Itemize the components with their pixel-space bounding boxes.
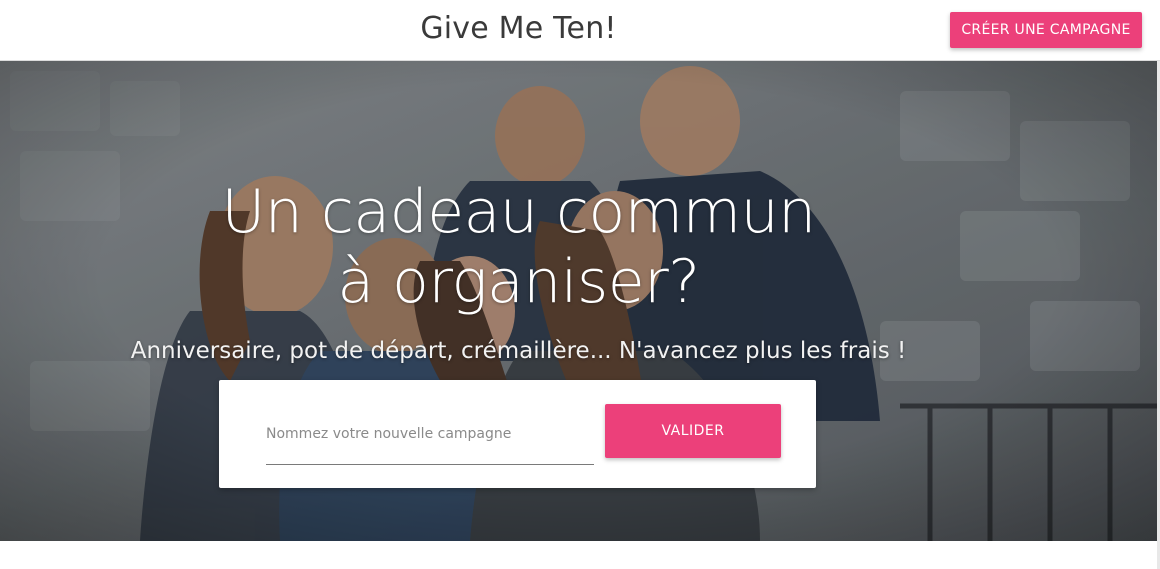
hero-subtitle: Anniversaire, pot de départ, crémaillère… xyxy=(130,338,907,364)
new-campaign-form: VALIDER xyxy=(219,380,816,488)
validate-button[interactable]: VALIDER xyxy=(605,404,781,458)
hero-title: Un cadeau commun à organiser? xyxy=(221,177,816,318)
top-header: Give Me Ten! CRÉER UNE CAMPAGNE xyxy=(0,0,1160,61)
create-campaign-button[interactable]: CRÉER UNE CAMPAGNE xyxy=(950,12,1142,48)
site-logo-title[interactable]: Give Me Ten! xyxy=(0,9,1037,49)
hero-section: Un cadeau commun à organiser? Anniversai… xyxy=(0,61,1157,541)
campaign-name-input[interactable] xyxy=(266,412,594,465)
